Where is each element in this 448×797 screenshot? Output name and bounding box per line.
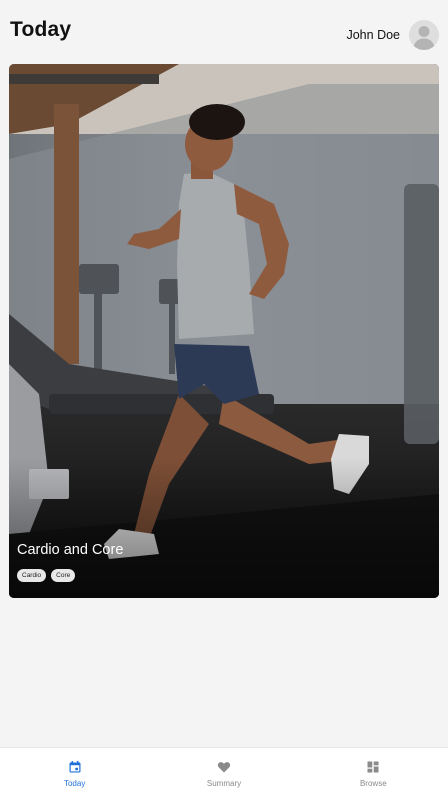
- tab-today-label: Today: [63, 779, 86, 788]
- tag-core: Core: [51, 569, 76, 582]
- workout-tags: Cardio Core: [17, 569, 76, 582]
- tab-summary[interactable]: Summary: [149, 748, 298, 797]
- tab-browse[interactable]: Browse: [299, 748, 448, 797]
- workout-card[interactable]: Cardio and Core Cardio Core: [9, 64, 439, 598]
- tab-today[interactable]: Today: [0, 748, 149, 797]
- user-name: John Doe: [346, 27, 400, 42]
- tab-browse-label: Browse: [359, 779, 387, 788]
- tab-summary-label: Summary: [206, 779, 242, 788]
- tab-bar: Today Summary Browse: [0, 747, 448, 797]
- heart-icon: [217, 762, 231, 773]
- calendar-icon: [69, 761, 81, 773]
- grid-icon: [367, 761, 379, 773]
- page-title: Today: [10, 18, 72, 41]
- tag-cardio: Cardio: [17, 569, 47, 582]
- user-profile[interactable]: John Doe: [346, 19, 439, 50]
- person-icon: [413, 25, 435, 50]
- workout-title: Cardio and Core: [17, 542, 124, 558]
- header: Today John Doe: [0, 0, 448, 64]
- avatar[interactable]: [409, 19, 439, 50]
